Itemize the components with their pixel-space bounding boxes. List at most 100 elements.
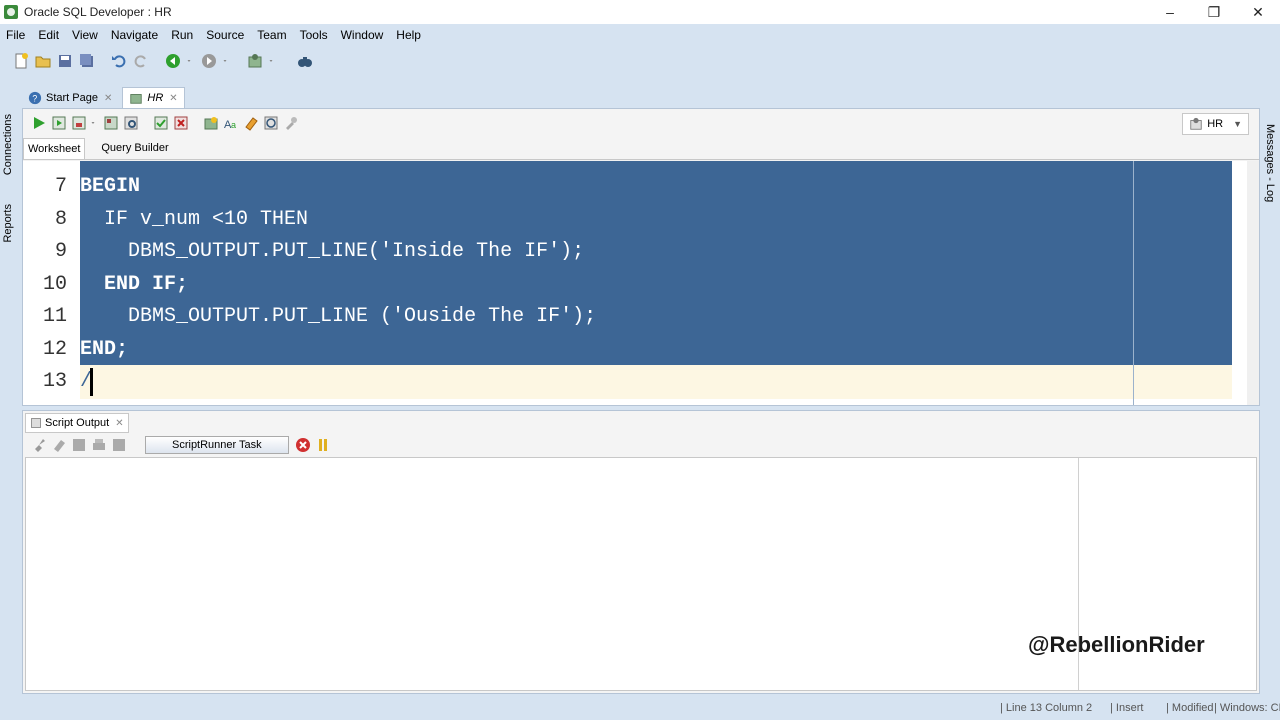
code-line: BEGIN [80, 175, 141, 198]
back-icon[interactable] [165, 53, 181, 69]
line-number: 11 [42, 305, 67, 328]
script-output-icon [31, 418, 41, 428]
run-script-icon[interactable] [51, 115, 67, 131]
database-icon [1190, 117, 1202, 130]
cancel-task-icon[interactable] [295, 437, 311, 453]
line-ending: | Windows: CR [1214, 702, 1280, 714]
chevron-down-icon[interactable] [187, 53, 195, 69]
current-line-highlight [80, 365, 1232, 399]
chevron-down-icon[interactable] [91, 115, 99, 131]
tab-hr[interactable]: HR ✕ [122, 87, 185, 108]
menu-navigate[interactable]: Navigate [105, 28, 165, 42]
connections-tab[interactable]: Connections [2, 114, 14, 175]
worksheet-subtabs: Worksheet Query Builder [23, 137, 1259, 160]
code-line: END IF; [80, 273, 189, 296]
svg-text:?: ? [32, 94, 37, 104]
chevron-down-icon: ▼ [1233, 119, 1242, 129]
print-icon[interactable] [91, 437, 107, 453]
eraser-icon[interactable] [51, 437, 67, 453]
menu-edit[interactable]: Edit [32, 28, 66, 42]
menu-tools[interactable]: Tools [294, 28, 335, 42]
code-line: DBMS_OUTPUT.PUT_LINE('Inside The IF'); [80, 240, 585, 263]
menu-run[interactable]: Run [165, 28, 200, 42]
status-bar: | Line 13 Column 2 | Insert | Modified |… [0, 698, 1280, 720]
code-editor[interactable]: 7 8 9 10 11 12 13 BEGIN IF v_num <10 THE… [23, 161, 1259, 405]
sql-worksheet-icon[interactable] [247, 53, 263, 69]
save-all-icon[interactable] [79, 53, 95, 69]
save-icon[interactable] [57, 53, 73, 69]
window-controls: – ❐ ✕ [1148, 0, 1280, 24]
new-file-icon[interactable] [13, 53, 29, 69]
binoculars-icon[interactable] [297, 53, 313, 69]
forward-icon[interactable] [201, 53, 217, 69]
tab-label: Start Page [46, 92, 98, 104]
close-button[interactable]: ✕ [1236, 0, 1280, 24]
tab-start-page[interactable]: ? Start Page ✕ [22, 88, 118, 108]
save-icon[interactable] [71, 437, 87, 453]
connection-name: HR [1207, 118, 1224, 130]
code-content[interactable]: BEGIN IF v_num <10 THEN DBMS_OUTPUT.PUT_… [80, 161, 1232, 405]
menu-help[interactable]: Help [390, 28, 428, 42]
main-toolbar [0, 48, 1280, 74]
line-number-gutter: 7 8 9 10 11 12 13 [23, 161, 73, 405]
close-icon[interactable]: ✕ [104, 93, 112, 104]
open-folder-icon[interactable] [35, 53, 51, 69]
chevron-down-icon[interactable] [269, 53, 277, 69]
commit-icon[interactable] [153, 115, 169, 131]
to-upper-icon[interactable]: Aa [223, 115, 239, 131]
close-icon[interactable]: ✕ [169, 93, 177, 104]
edit-mode: | Insert [1110, 702, 1144, 714]
pause-icon[interactable] [315, 437, 331, 453]
tab-script-output[interactable]: Script Output ✕ [25, 413, 129, 433]
autotrace-icon[interactable] [71, 115, 87, 131]
undo-icon[interactable] [111, 53, 127, 69]
window-title: Oracle SQL Developer : HR [24, 5, 172, 19]
messages-log-tab[interactable]: Messages - Log [1264, 124, 1276, 202]
right-sidebar: Messages - Log [1260, 84, 1280, 694]
svg-text:a: a [231, 120, 236, 130]
line-number: 9 [54, 240, 67, 263]
code-line: IF v_num <10 THEN [80, 208, 309, 231]
code-line: END; [80, 338, 129, 361]
tab-query-builder[interactable]: Query Builder [97, 138, 172, 158]
stop-icon[interactable] [111, 437, 127, 453]
menu-file[interactable]: File [0, 28, 32, 42]
tab-worksheet[interactable]: Worksheet [23, 137, 86, 159]
tools-icon[interactable] [283, 115, 299, 131]
rollback-icon[interactable] [173, 115, 189, 131]
redo-icon[interactable] [133, 53, 149, 69]
connection-selector[interactable]: HR ▼ [1182, 113, 1249, 135]
selection-highlight [80, 161, 1232, 365]
scriptrunner-task-tab[interactable]: ScriptRunner Task [145, 436, 289, 454]
reports-tab[interactable]: Reports [2, 204, 14, 243]
left-sidebar: Connections Reports [0, 84, 22, 694]
sql-tuning-icon[interactable] [123, 115, 139, 131]
chevron-down-icon[interactable] [223, 53, 231, 69]
menu-bar: File Edit View Navigate Run Source Team … [0, 24, 1280, 46]
cursor-position: | Line 13 Column 2 [1000, 702, 1093, 714]
worksheet-panel: Aa HR ▼ Worksheet Query Builder 7 8 9 10… [22, 108, 1260, 406]
title-bar: Oracle SQL Developer : HR – ❐ ✕ [0, 0, 1280, 24]
close-icon[interactable]: ✕ [115, 418, 123, 429]
line-number: 12 [42, 338, 67, 361]
line-number: 7 [54, 175, 67, 198]
explain-plan-icon[interactable] [103, 115, 119, 131]
unshared-worksheet-icon[interactable] [203, 115, 219, 131]
run-statement-icon[interactable] [31, 115, 47, 131]
sql-worksheet-icon [130, 94, 143, 104]
history-icon[interactable] [263, 115, 279, 131]
menu-source[interactable]: Source [200, 28, 251, 42]
maximize-button[interactable]: ❐ [1192, 0, 1236, 24]
help-icon: ? [28, 91, 42, 105]
watermark: @RebellionRider [1028, 632, 1205, 657]
pin-icon[interactable] [31, 437, 47, 453]
menu-team[interactable]: Team [251, 28, 293, 42]
document-tabs: ? Start Page ✕ HR ✕ [22, 86, 1260, 108]
minimize-button[interactable]: – [1148, 0, 1192, 24]
line-number: 8 [54, 208, 67, 231]
vertical-scrollbar[interactable] [1247, 161, 1259, 405]
eraser-icon[interactable] [243, 115, 259, 131]
app-icon [4, 5, 18, 19]
menu-window[interactable]: Window [335, 28, 391, 42]
menu-view[interactable]: View [66, 28, 105, 42]
